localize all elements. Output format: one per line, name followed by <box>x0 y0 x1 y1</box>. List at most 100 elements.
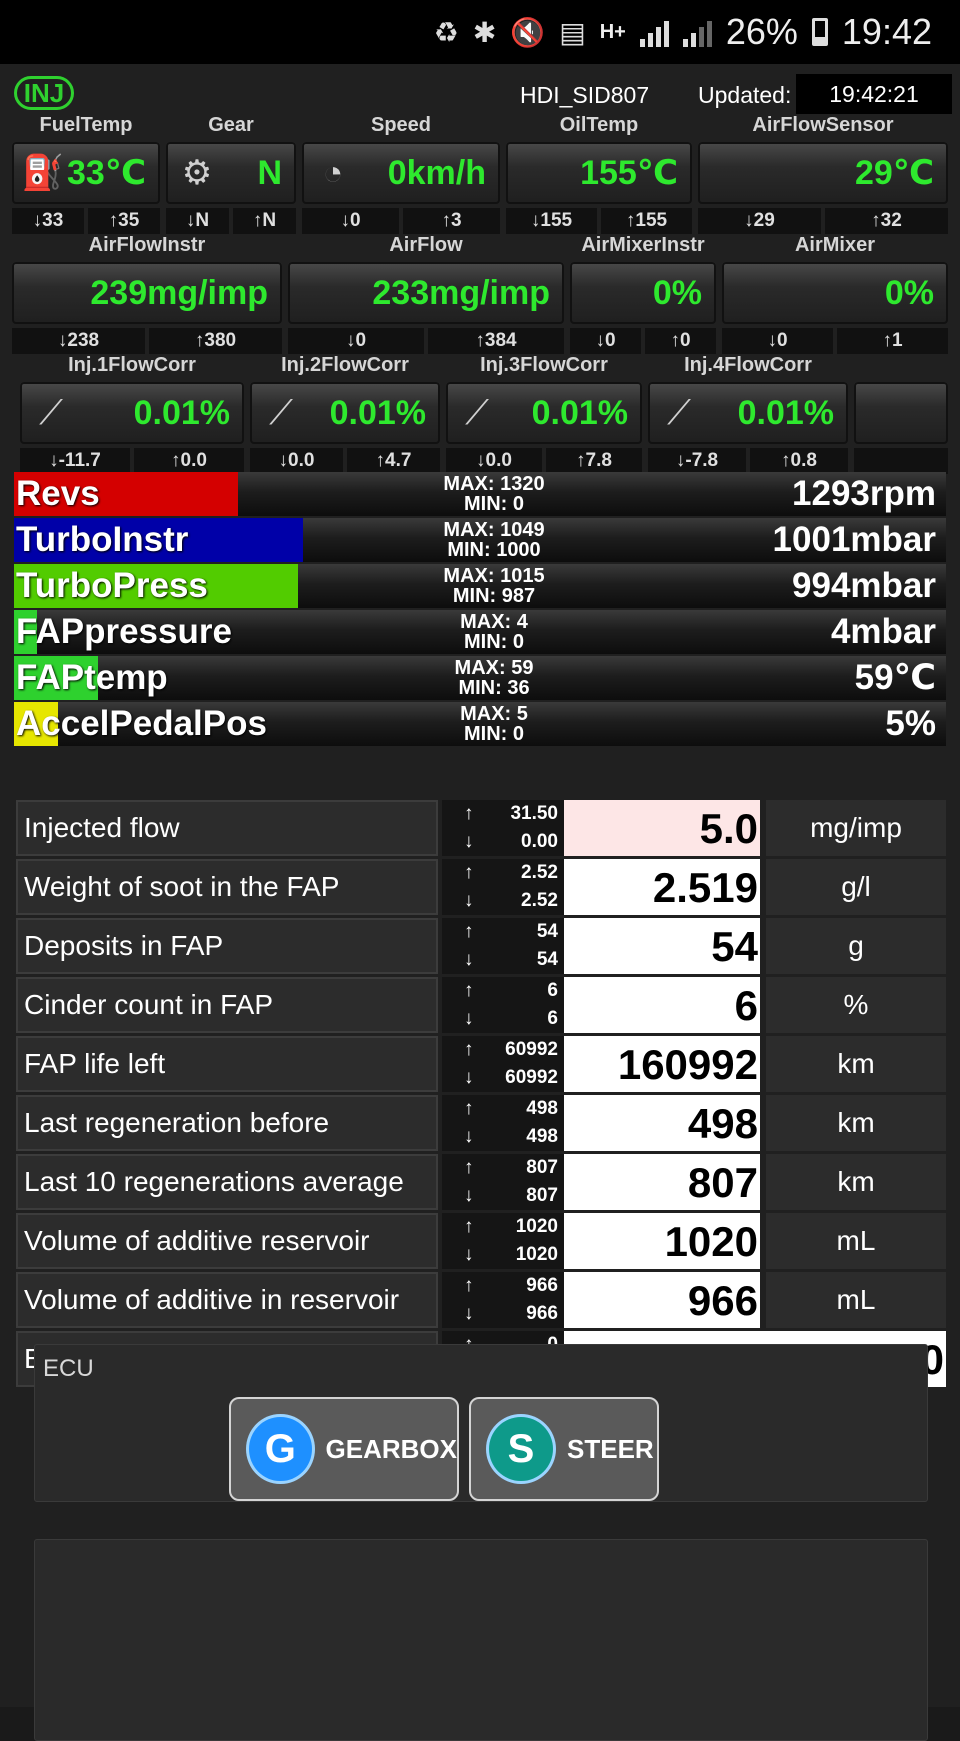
bluetooth-icon: ✱ <box>472 16 497 48</box>
param-name: Volume of additive in reservoir <box>16 1272 438 1328</box>
bar-accelpedalpos[interactable]: AccelPedalPos MAX: 5 MIN: 0 5% <box>14 702 946 746</box>
bar-faptemp[interactable]: FAPtemp MAX: 59 MIN: 36 59℃ <box>14 656 946 700</box>
arrow-up-icon: ↑ <box>464 921 474 942</box>
param-unit: mL <box>766 1213 946 1269</box>
arrow-down-icon: ↓ <box>464 1008 474 1029</box>
bar-max: MAX: 5 <box>460 703 528 725</box>
bar-name: AccelPedalPos <box>16 704 267 743</box>
gearbox-icon: G <box>249 1417 312 1481</box>
bar-max: MAX: 1049 <box>443 519 545 541</box>
bar-turboinstr[interactable]: TurboInstr MAX: 1049 MIN: 1000 1001mbar <box>14 518 946 562</box>
gearbox-button[interactable]: G GEARBOX <box>229 1397 459 1501</box>
table-row[interactable]: Weight of soot in the FAP ↑ 2.52 ↓ 2.52 2.… <box>14 859 946 915</box>
gauge-min: ↓0 <box>722 328 833 354</box>
bar-min: MIN: 0 <box>464 723 524 745</box>
param-name: Weight of soot in the FAP <box>16 859 438 915</box>
gauge-value: 0km/h <box>387 153 486 192</box>
param-unit: km <box>766 1036 946 1092</box>
table-row[interactable]: Volume of additive reservoir ↑ 1020 ↓ 1020… <box>14 1213 946 1269</box>
arrow-down-icon: ↓ <box>464 831 474 852</box>
steer-label: STEER <box>567 1433 654 1464</box>
gauge-min: ↓0 <box>302 208 399 234</box>
param-value: 6 <box>564 977 760 1033</box>
gauge-row-1: FuelTemp ⛽ 33℃ ↓33 ↑35 Gear ⚙ N ↓N ↑N Sp… <box>12 114 948 234</box>
param-minmax: ↑ 966 ↓ 966 <box>442 1272 564 1328</box>
bar-name: Revs <box>16 474 100 513</box>
param-value: 5.0 <box>564 800 760 856</box>
gauge-box: ⚙ N <box>166 142 296 204</box>
gauge-min: ↓33 <box>12 208 84 234</box>
table-row[interactable]: Last regeneration before ↑ 498 ↓ 498 498 k… <box>14 1095 946 1151</box>
param-minmax: ↑ 1020 ↓ 1020 <box>442 1213 564 1269</box>
speedometer-icon: ◔ <box>322 153 344 192</box>
arrow-down-icon: ↓ <box>464 1244 474 1265</box>
param-max: 1020 <box>515 1216 558 1237</box>
bar-value: 4mbar <box>830 612 936 651</box>
gauge-minmax: ↓0 ↑384 <box>288 328 564 354</box>
gauge-max: ↑N <box>233 208 296 234</box>
gauge-value: 0% <box>652 273 702 312</box>
bar-fappressure[interactable]: FAPpressure MAX: 4 MIN: 0 4mbar <box>14 610 946 654</box>
param-unit: mg/imp <box>766 800 946 856</box>
gauge-box: 0% <box>570 262 716 324</box>
gauge-label: Speed <box>370 114 432 136</box>
steer-button[interactable]: S STEER <box>469 1397 659 1501</box>
arrow-down-icon: ↓ <box>464 949 474 970</box>
table-row[interactable]: Volume of additive in reservoir ↑ 966 ↓ 96… <box>14 1272 946 1328</box>
gauge-row-2: AirFlowInstr 239mg/imp ↓238 ↑380 AirFlow… <box>12 234 948 354</box>
gauge-max: ↑7.8 <box>546 448 642 474</box>
gauge-minmax: ↓0.0 ↑4.7 <box>250 448 440 474</box>
arrow-down-icon: ↓ <box>464 1185 474 1206</box>
arrow-up-icon: ↑ <box>464 980 474 1001</box>
bar-name: FAPtemp <box>16 658 168 697</box>
gauge-label: OilTemp <box>559 114 639 136</box>
bar-max: MAX: 59 <box>454 657 534 679</box>
injector-icon: ⟋ <box>465 393 489 432</box>
gauge-min: ↓N <box>166 208 229 234</box>
param-minmax: ↑ 60992 ↓ 60992 <box>442 1036 564 1092</box>
gauge-box: 233mg/imp <box>288 262 564 324</box>
gauge-box: 0% <box>722 262 948 324</box>
param-name: Last 10 regenerations average <box>16 1154 438 1210</box>
ecu-panel: ECU G GEARBOX S STEER <box>34 1344 928 1502</box>
gauge-row-3: Inj.1FlowCorr ⟋ 0.01% ↓-11.7 ↑0.0 Inj.2F… <box>12 354 948 474</box>
gauge-value: 239mg/imp <box>90 273 268 312</box>
gauge-box: 29℃ <box>698 142 948 204</box>
table-row[interactable]: Last 10 regenerations average ↑ 807 ↓ 807 … <box>14 1154 946 1210</box>
param-max: 966 <box>526 1275 558 1296</box>
inj-badge[interactable]: INJ <box>14 76 74 110</box>
gauge-max: ↑4.7 <box>347 448 440 474</box>
arrow-down-icon: ↓ <box>464 1067 474 1088</box>
bar-max: MAX: 1320 <box>443 473 545 495</box>
gauge-value: 0.01% <box>329 393 426 432</box>
param-unit: km <box>766 1095 946 1151</box>
gauge-max: ↑384 <box>428 328 564 354</box>
network-type: H+ <box>599 20 626 43</box>
bar-min: MIN: 0 <box>464 493 524 515</box>
ecu-title: ECU <box>43 1355 94 1382</box>
gauge-label: AirMixer <box>794 234 876 256</box>
steer-icon: S <box>489 1417 553 1481</box>
table-row[interactable]: Injected flow ↑ 31.50 ↓ 0.00 5.0 mg/imp <box>14 800 946 856</box>
bar-revs[interactable]: Revs MAX: 1320 MIN: 0 1293rpm <box>14 472 946 516</box>
table-row[interactable]: FAP life left ↑ 60992 ↓ 60992 160992 km <box>14 1036 946 1092</box>
gauge-max: ↑155 <box>601 208 692 234</box>
injector-icon: ⟋ <box>667 393 691 432</box>
param-min: 60992 <box>505 1067 558 1088</box>
gauge-box: ⟋ 0.01% <box>446 382 642 444</box>
battery-saver-icon: ♻ <box>433 16 459 48</box>
param-min: 0.00 <box>521 831 558 852</box>
table-row[interactable]: Cinder count in FAP ↑ 6 ↓ 6 6 % <box>14 977 946 1033</box>
param-minmax: ↑ 807 ↓ 807 <box>442 1154 564 1210</box>
gauge-box: ◔ 0km/h <box>302 142 500 204</box>
bar-turbopress[interactable]: TurboPress MAX: 1015 MIN: 987 994mbar <box>14 564 946 608</box>
bar-name: FAPpressure <box>16 612 232 651</box>
arrow-up-icon: ↑ <box>464 1098 474 1119</box>
arrow-down-icon: ↓ <box>464 1303 474 1324</box>
gauge-max: ↑0.8 <box>750 448 848 474</box>
gauge-label: AirFlowInstr <box>88 234 206 256</box>
table-row[interactable]: Deposits in FAP ↑ 54 ↓ 54 54 g <box>14 918 946 974</box>
arrow-up-icon: ↑ <box>464 1157 474 1178</box>
arrow-down-icon: ↓ <box>464 890 474 911</box>
gauge-minmax: ↓0 ↑0 <box>570 328 716 354</box>
